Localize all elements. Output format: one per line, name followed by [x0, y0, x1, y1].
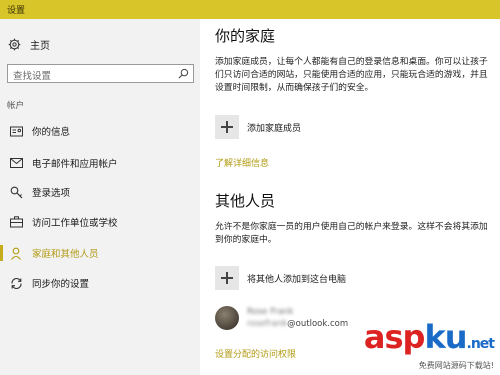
briefcase-icon — [9, 215, 23, 229]
sidebar-item-work-or-school[interactable]: 访问工作单位或学校 — [0, 209, 200, 235]
sidebar-item-sign-in-options[interactable]: 登录选项 — [0, 179, 200, 205]
search-placeholder: 查找设置 — [13, 71, 52, 82]
mail-icon — [9, 156, 23, 170]
watermark-brand-a: asp — [363, 318, 426, 356]
add-other-person-label: 将其他人添加到这台电脑 — [247, 274, 347, 285]
learn-more-link[interactable]: 了解详细信息 — [215, 156, 269, 169]
assigned-access-link[interactable]: 设置分配的访问权限 — [215, 347, 296, 360]
add-other-person-button[interactable]: 将其他人添加到这台电脑 — [215, 266, 346, 290]
sidebar-item-label: 同步你的设置 — [32, 279, 90, 290]
user-email-domain: @outlook.com — [287, 319, 349, 329]
section-label-accounts: 帐户 — [7, 101, 25, 111]
active-indicator — [0, 245, 3, 261]
sidebar-item-label: 访问工作单位或学校 — [32, 218, 118, 229]
title-bar: 设置 — [0, 0, 500, 19]
sync-icon — [9, 276, 23, 290]
watermark-subtitle: 免费网站源码下载站! — [418, 361, 494, 370]
others-description: 允许不是你家庭一员的用户使用自己的帐户来登录。这样不会将其添加到你的家庭中。 — [215, 222, 488, 245]
home-label: 主页 — [30, 40, 50, 52]
avatar — [215, 306, 239, 330]
gear-icon — [8, 38, 21, 50]
others-heading: 其他人员 — [215, 192, 276, 210]
watermark-logo: aspku.net 免费网站源码下载站! — [364, 321, 496, 371]
sidebar-item-label: 家庭和其他人员 — [32, 249, 99, 260]
other-user-account[interactable]: Rose Frank rosefrank@outlook.com — [215, 305, 348, 331]
home-nav-item[interactable]: 主页 — [8, 35, 50, 53]
watermark-suffix: .net — [466, 336, 496, 352]
sidebar-item-label: 你的信息 — [32, 127, 71, 138]
family-heading: 你的家庭 — [215, 27, 276, 45]
plus-icon — [215, 115, 239, 139]
user-name: Rose Frank — [247, 307, 294, 317]
sidebar-item-label: 电子邮件和应用帐户 — [32, 159, 118, 170]
add-family-member-button[interactable]: 添加家庭成员 — [215, 115, 301, 139]
sidebar-item-your-info[interactable]: 你的信息 — [0, 118, 200, 144]
sidebar: 主页 查找设置 帐户 你的信息 电子邮件和应用帐户 登录选项 访问工作单位或学校… — [0, 19, 200, 375]
sidebar-item-family-and-others[interactable]: 家庭和其他人员 — [0, 240, 200, 266]
add-family-member-label: 添加家庭成员 — [247, 123, 302, 134]
key-icon — [9, 185, 23, 199]
sidebar-item-sync-settings[interactable]: 同步你的设置 — [0, 270, 200, 296]
sidebar-item-email-accounts[interactable]: 电子邮件和应用帐户 — [0, 150, 200, 176]
watermark-brand-b: ku — [424, 318, 467, 356]
window-title: 设置 — [7, 6, 26, 16]
user-email-local: rosefrank — [247, 319, 288, 329]
family-description: 添加家庭成员，让每个人都能有自己的登录信息和桌面。你可以让孩子们只访问合适的网站… — [215, 57, 488, 93]
search-input[interactable]: 查找设置 — [7, 64, 194, 83]
search-icon[interactable] — [178, 68, 189, 79]
id-card-icon — [9, 124, 23, 138]
user-email: rosefrank@outlook.com — [247, 319, 348, 329]
sidebar-item-label: 登录选项 — [32, 188, 71, 199]
plus-icon — [215, 266, 239, 290]
person-icon — [9, 246, 23, 260]
